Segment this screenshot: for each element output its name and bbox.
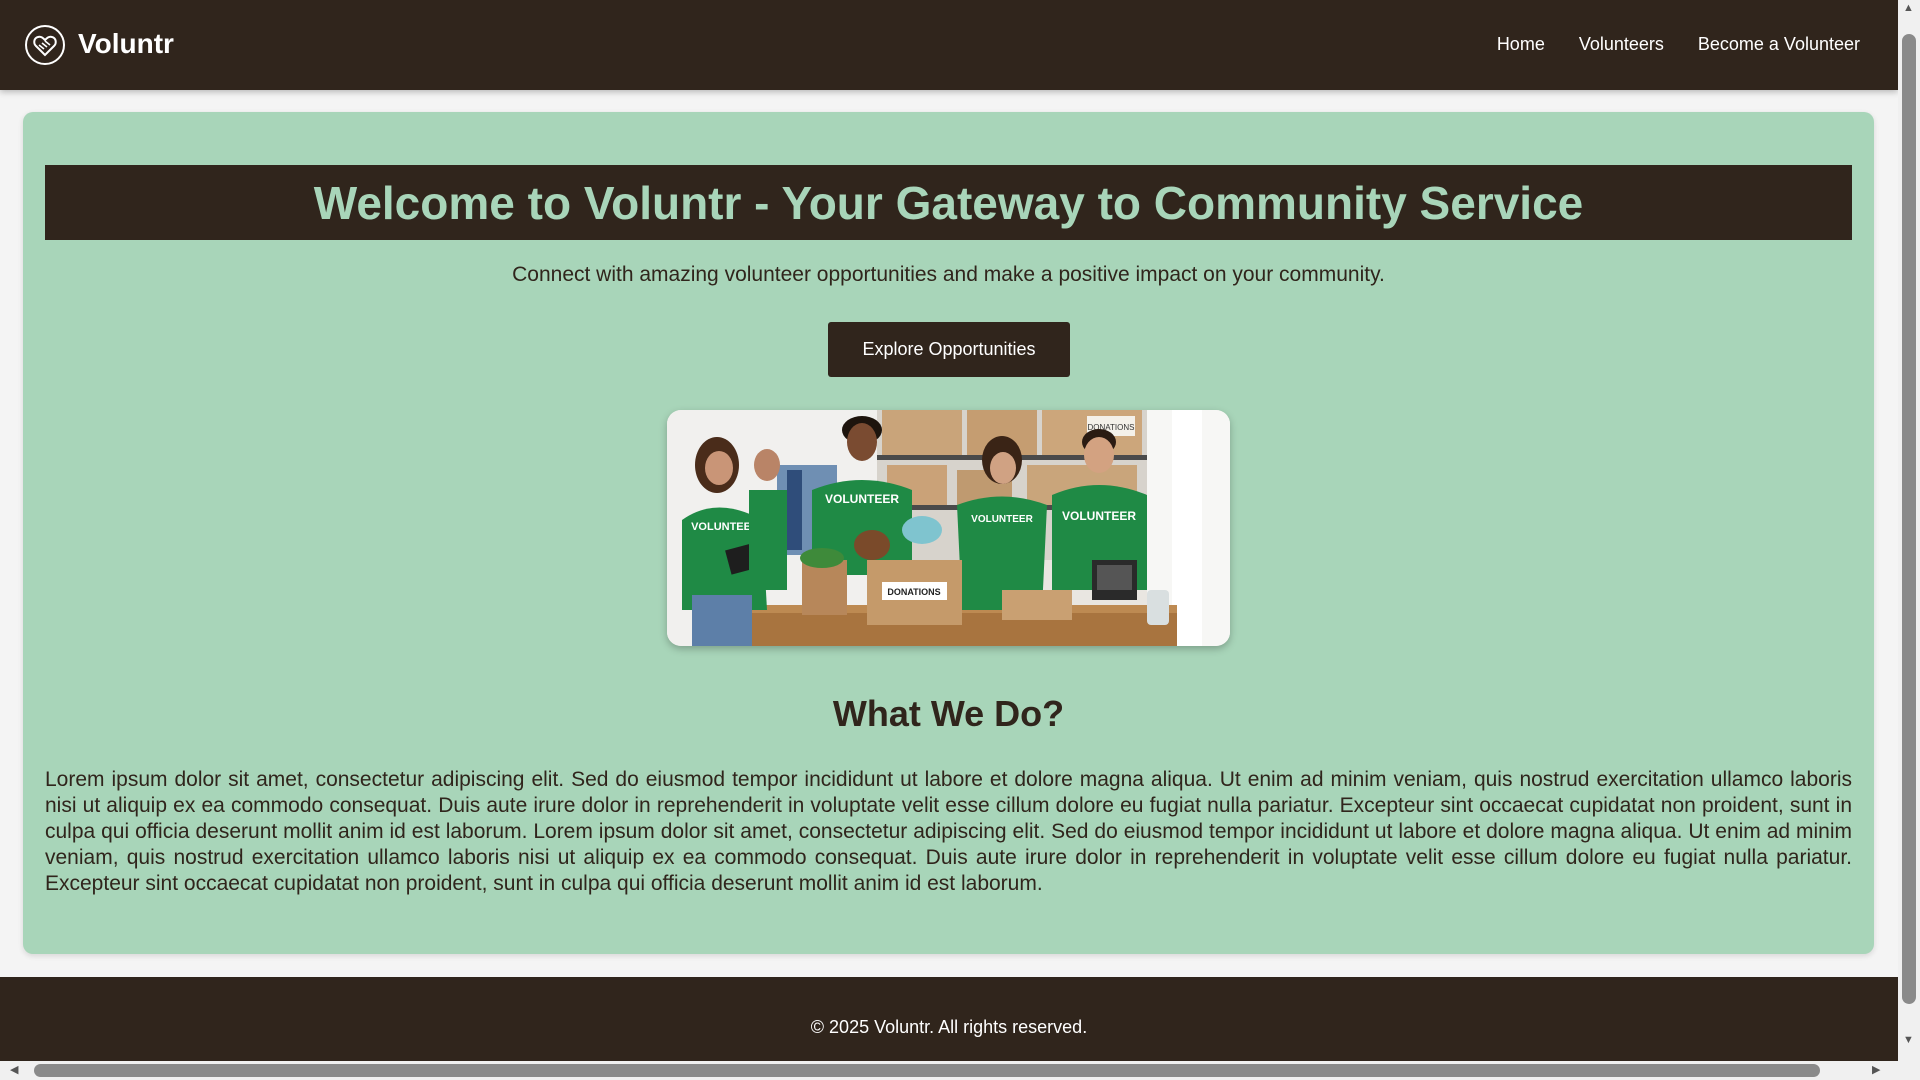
welcome-banner: Welcome to Voluntr - Your Gateway to Com…: [45, 165, 1852, 240]
footer-copyright: © 2025 Voluntr. All rights reserved.: [810, 1017, 1088, 1037]
nav-volunteers-link[interactable]: Volunteers: [1579, 31, 1664, 57]
horizontal-scrollbar[interactable]: ◀ ▶: [0, 1061, 1898, 1080]
horizontal-scroll-thumb[interactable]: [34, 1064, 1820, 1077]
what-we-do-title: What We Do?: [832, 693, 1065, 734]
volunteers-photo: DONATIONS VOLUNTEER VOLUNTEER VOLUNTEER …: [667, 410, 1230, 646]
scroll-left-arrow-icon[interactable]: ◀: [10, 1064, 18, 1076]
vertical-scroll-thumb[interactable]: [1902, 34, 1916, 1004]
nav-home-link[interactable]: Home: [1497, 31, 1545, 57]
photo-shirt-label-2: VOLUNTEER: [825, 492, 899, 506]
photo-shirt-label-1: VOLUNTEER: [691, 521, 759, 533]
explore-opportunities-button[interactable]: Explore Opportunities: [828, 322, 1070, 377]
main-card: Welcome to Voluntr - Your Gateway to Com…: [23, 112, 1874, 954]
scroll-right-arrow-icon[interactable]: ▶: [1872, 1064, 1880, 1076]
welcome-subtitle: Connect with amazing volunteer opportuni…: [512, 263, 1385, 286]
navbar: Voluntr Home Volunteers Become a Volunte…: [0, 0, 1898, 90]
vertical-scrollbar[interactable]: ▲ ▼: [1898, 0, 1920, 1061]
what-we-do-text: Lorem ipsum dolor sit amet, consectetur …: [45, 768, 1852, 895]
welcome-title: Welcome to Voluntr - Your Gateway to Com…: [313, 176, 1584, 229]
photo-shirt-label-4: VOLUNTEER: [1062, 509, 1136, 523]
nav-become-volunteer-link[interactable]: Become a Volunteer: [1698, 31, 1860, 57]
scroll-up-arrow-icon[interactable]: ▲: [1903, 2, 1914, 14]
photo-box-label-front: DONATIONS: [887, 587, 940, 597]
volunteers-illustration: DONATIONS VOLUNTEER VOLUNTEER VOLUNTEER …: [667, 410, 1230, 646]
main-nav: Home Volunteers Become a Volunteer: [1497, 31, 1860, 57]
photo-shirt-label-3: VOLUNTEER: [971, 514, 1033, 525]
handshake-heart-logo-icon[interactable]: [24, 24, 66, 66]
scrollbar-corner: [1898, 1061, 1920, 1080]
page: Voluntr Home Volunteers Become a Volunte…: [0, 0, 1898, 1061]
scroll-down-arrow-icon[interactable]: ▼: [1903, 1034, 1914, 1046]
brand-name[interactable]: Voluntr: [78, 26, 174, 62]
footer: © 2025 Voluntr. All rights reserved.: [0, 977, 1898, 1061]
